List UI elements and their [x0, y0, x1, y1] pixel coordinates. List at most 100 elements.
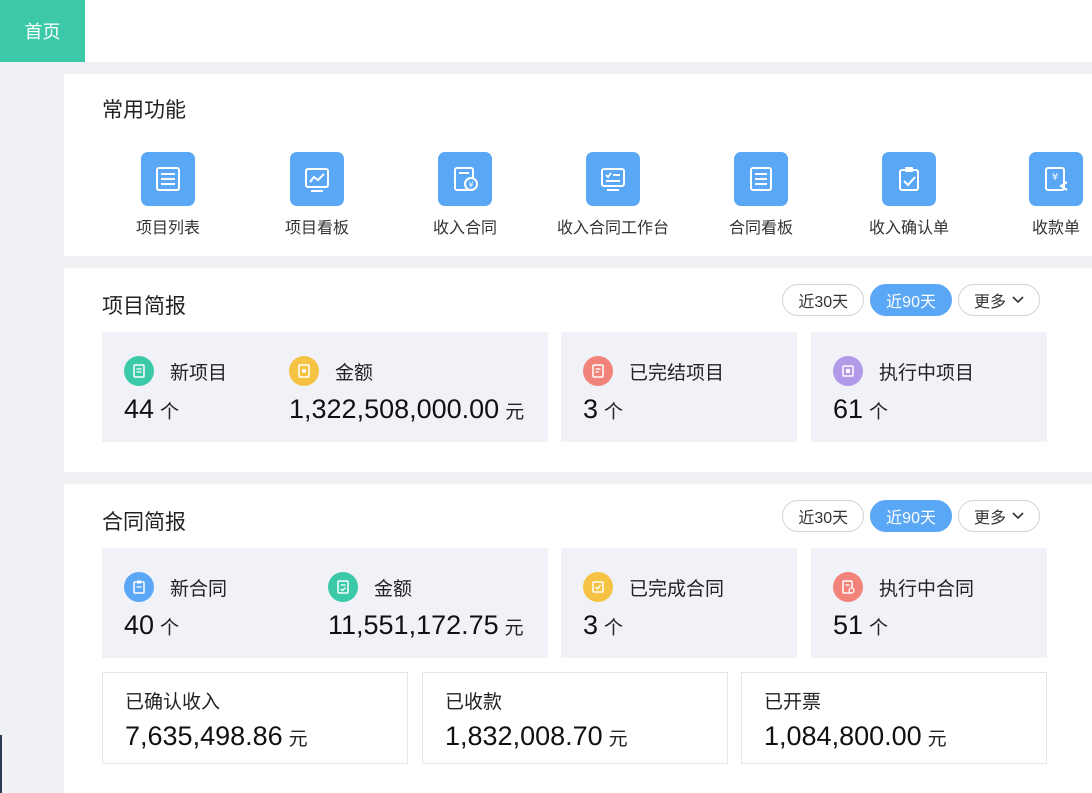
func-contract-board[interactable]: 合同看板: [691, 152, 831, 238]
sidebar-edge-marker: [0, 735, 2, 793]
running-project-value: 61 个: [833, 394, 974, 425]
checklist-icon: [586, 152, 640, 206]
filter-more-dropdown[interactable]: 更多: [957, 284, 1040, 316]
invoiced-value: 1,084,800.00 元: [764, 721, 947, 752]
chevron-down-icon: [1012, 509, 1024, 523]
more-label: 更多: [973, 510, 1006, 527]
value-number: 7,635,498.86: [125, 721, 283, 751]
filter-90-days[interactable]: 近90天: [870, 500, 952, 532]
running-contract-label: 执行中合同: [879, 578, 975, 600]
more-label: 更多: [973, 294, 1006, 311]
project-briefing-panel: 项目简报 近30天 近90天 更多 新项目 44 个 金额 1,322,508,…: [64, 268, 1092, 472]
func-label: 收入合同工作台: [556, 220, 669, 237]
confirmed-income-label: 已确认收入: [125, 692, 221, 713]
running-contract-value: 51 个: [833, 610, 974, 641]
filter-90-days[interactable]: 近90天: [870, 284, 952, 316]
left-sidebar-strip: [0, 62, 64, 793]
running-project-icon: [833, 356, 863, 386]
value-unit: 元: [927, 729, 947, 750]
project-amount-value: 1,322,508,000.00 元: [289, 394, 524, 425]
received-payment-card: 已收款 1,832,008.70 元: [422, 672, 728, 764]
new-project-icon: [124, 356, 154, 386]
value-unit: 个: [869, 618, 889, 639]
project-amount-icon: [289, 356, 319, 386]
value-unit: 元: [504, 618, 524, 639]
value-unit: 个: [869, 402, 889, 423]
func-label: 收入确认单: [868, 220, 949, 237]
filter-30-days[interactable]: 近30天: [782, 284, 865, 316]
value-unit: 个: [160, 618, 180, 639]
completed-project-label: 已完结项目: [629, 362, 725, 384]
value-unit: 元: [608, 729, 628, 750]
running-project-card: 执行中项目 61 个: [811, 332, 1047, 442]
func-project-board[interactable]: 项目看板: [247, 152, 387, 238]
value-number: 1,084,800.00: [764, 721, 922, 751]
value-unit: 元: [288, 729, 308, 750]
value-number: 40: [124, 610, 155, 640]
func-income-contract-workbench[interactable]: 收入合同工作台: [543, 152, 683, 238]
top-tab-bar: 首页: [0, 0, 1092, 62]
contract-amount-icon: [328, 572, 358, 602]
func-receipt[interactable]: ¥ 收款单: [986, 152, 1092, 238]
completed-contract-stat: 已完成合同 3个: [583, 570, 724, 641]
new-project-card: 新项目 44 个 金额 1,322,508,000.00 元: [102, 332, 548, 442]
value-number: 3: [583, 610, 599, 640]
func-income-contract[interactable]: ¥ 收入合同: [395, 152, 535, 238]
project-amount-stat: 金额 1,322,508,000.00 元: [289, 354, 524, 425]
list-icon: [141, 152, 195, 206]
invoiced-card: 已开票 1,084,800.00 元: [741, 672, 1047, 764]
value-number: 3: [583, 394, 599, 424]
common-functions-panel: 常用功能 项目列表 项目看板 ¥ 收入合同 收入合同工作台 合同看板 收入确认单…: [64, 74, 1092, 256]
contract-coin-icon: ¥: [438, 152, 492, 206]
func-label: 项目列表: [135, 220, 200, 237]
new-contract-icon: [124, 572, 154, 602]
filter-more-dropdown[interactable]: 更多: [957, 500, 1040, 532]
value-number: 1,322,508,000.00: [289, 394, 500, 424]
new-project-stat: 新项目 44 个: [124, 354, 227, 425]
new-contract-value: 40 个: [124, 610, 227, 641]
running-project-label: 执行中项目: [879, 362, 975, 384]
contract-briefing-title: 合同简报: [102, 511, 186, 534]
project-amount-label: 金额: [335, 362, 374, 384]
contract-briefing-panel: 合同简报 近30天 近90天 更多 新合同 40 个 金额 11,551,172…: [64, 484, 1092, 793]
chart-board-icon: [290, 152, 344, 206]
value-number: 11,551,172.75: [328, 610, 499, 640]
completed-project-card: 已完结项目 3个: [561, 332, 797, 442]
document-lines-icon: [734, 152, 788, 206]
value-number: 51: [833, 610, 864, 640]
running-contract-icon: [833, 572, 863, 602]
received-payment-label: 已收款: [445, 692, 503, 713]
svg-text:¥: ¥: [468, 181, 473, 190]
project-filter-group: 近30天 近90天 更多: [782, 284, 1040, 316]
value-number: 44: [124, 394, 155, 424]
contract-amount-value: 11,551,172.75 元: [328, 610, 524, 641]
func-label: 收入合同: [432, 220, 497, 237]
new-project-label: 新项目: [170, 362, 228, 384]
svg-text:¥: ¥: [1052, 172, 1058, 183]
value-unit: 个: [160, 402, 180, 423]
yen-receipt-icon: ¥: [1029, 152, 1083, 206]
confirmed-income-value: 7,635,498.86 元: [125, 721, 308, 752]
new-contract-stat: 新合同 40 个: [124, 570, 227, 641]
value-unit: 元: [505, 402, 525, 423]
func-project-list[interactable]: 项目列表: [98, 152, 238, 238]
value-unit: 个: [604, 618, 624, 639]
new-contract-label: 新合同: [170, 578, 228, 600]
completed-contract-label: 已完成合同: [629, 578, 725, 600]
confirmed-income-card: 已确认收入 7,635,498.86 元: [102, 672, 408, 764]
filter-30-days[interactable]: 近30天: [782, 500, 865, 532]
tab-home[interactable]: 首页: [0, 0, 85, 62]
completed-contract-icon: [583, 572, 613, 602]
completed-project-stat: 已完结项目 3个: [583, 354, 724, 425]
completed-project-value: 3个: [583, 394, 724, 425]
chevron-down-icon: [1012, 293, 1024, 307]
completed-contract-card: 已完成合同 3个: [561, 548, 797, 658]
func-income-confirmation[interactable]: 收入确认单: [839, 152, 979, 238]
contract-amount-stat: 金额 11,551,172.75 元: [328, 570, 524, 641]
contract-amount-label: 金额: [374, 578, 413, 600]
clipboard-check-icon: [882, 152, 936, 206]
common-functions-title: 常用功能: [102, 99, 186, 122]
contract-filter-group: 近30天 近90天 更多: [782, 500, 1040, 532]
func-label: 合同看板: [728, 220, 793, 237]
completed-contract-value: 3个: [583, 610, 724, 641]
